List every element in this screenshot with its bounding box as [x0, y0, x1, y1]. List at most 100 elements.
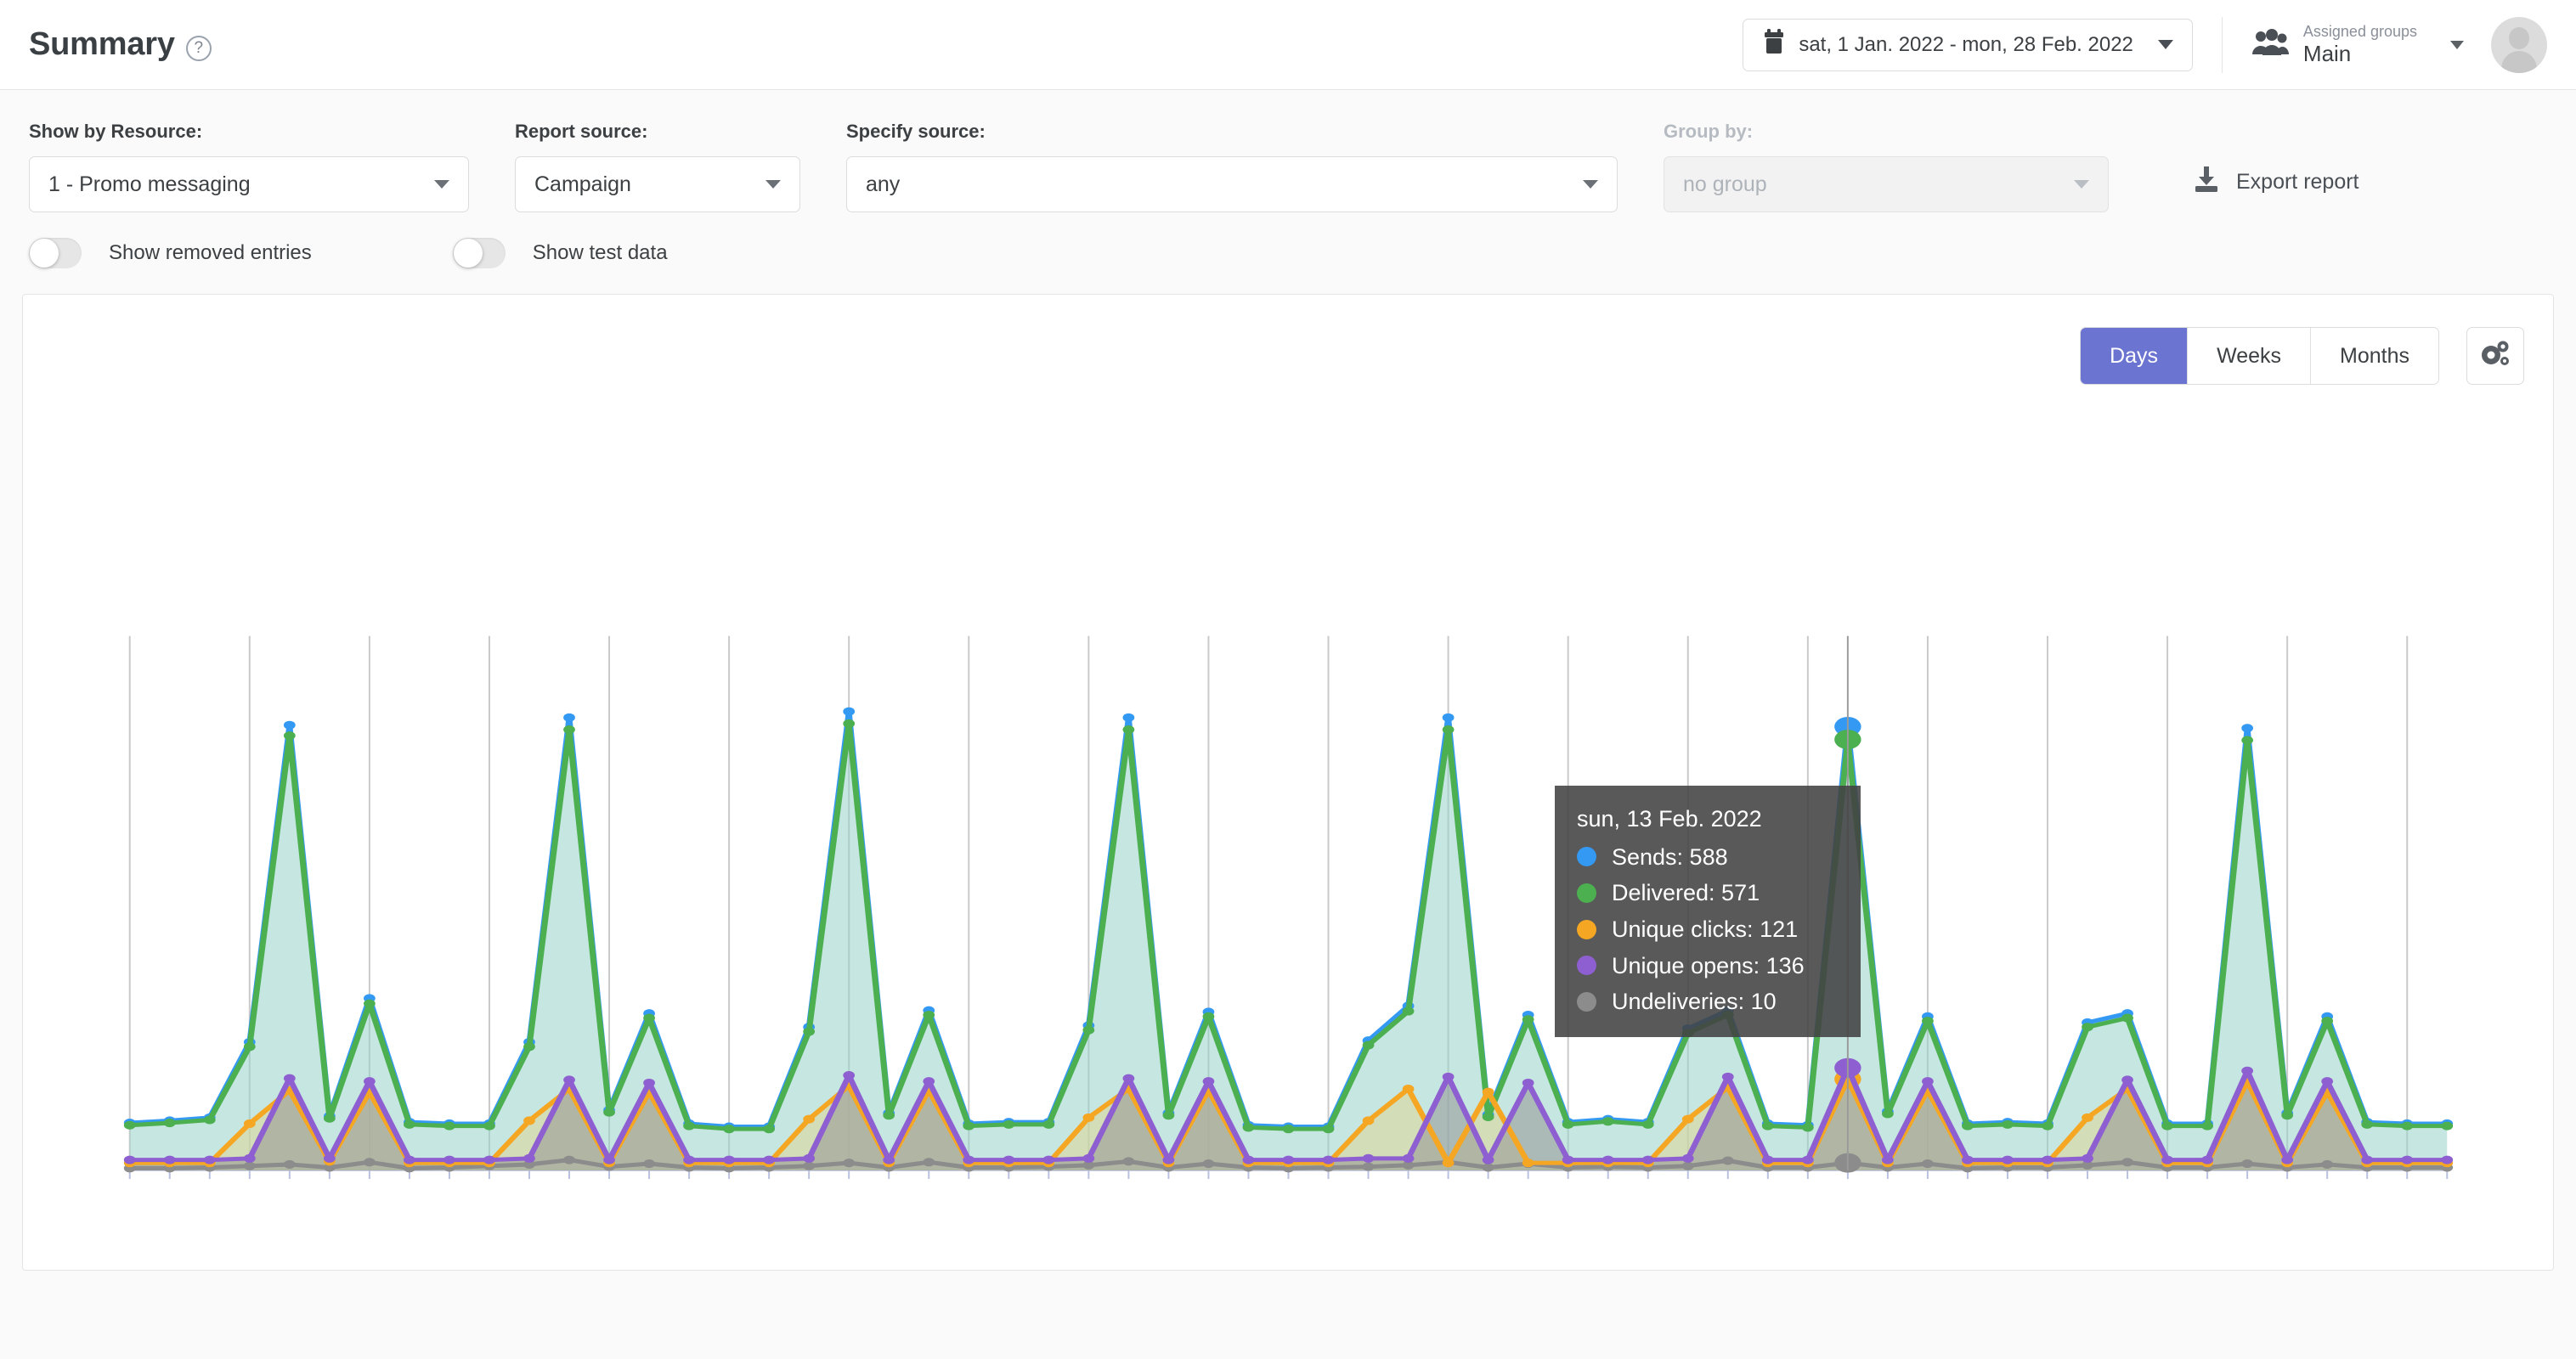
data-point-unique-opens: [563, 1075, 575, 1085]
filter-row: Show by Resource: 1 - Promo messaging Re…: [29, 121, 2547, 212]
data-point-unique-clicks: [1681, 1114, 1694, 1124]
data-point-unique-clicks: [1082, 1113, 1095, 1122]
data-point-delivered: [243, 1042, 256, 1052]
report-source-value: Campaign: [534, 172, 631, 196]
data-point-delivered: [723, 1125, 735, 1134]
specify-source-select[interactable]: any: [846, 156, 1618, 212]
assigned-groups-selector[interactable]: Assigned groups Main: [2251, 23, 2464, 67]
data-point-delivered: [563, 725, 575, 735]
data-point-delivered: [2121, 1013, 2133, 1023]
data-point-unique-opens: [2361, 1155, 2374, 1164]
resource-select[interactable]: 1 - Promo messaging: [29, 156, 469, 212]
toggle-show-removed-entries[interactable]: Show removed entries: [29, 238, 312, 268]
filter-resource: Show by Resource: 1 - Promo messaging: [29, 121, 469, 212]
data-point-unique-opens: [2161, 1155, 2173, 1164]
data-point-unique-clicks: [523, 1116, 535, 1125]
tooltip-row-text: Sends: 588: [1612, 843, 1728, 870]
data-point-delivered: [1082, 1025, 1095, 1035]
data-point-unique-opens: [723, 1155, 735, 1164]
toggle-row: Show removed entries Show test data: [29, 238, 2547, 268]
data-point-unique-opens: [2401, 1155, 2414, 1164]
report-source-select[interactable]: Campaign: [515, 156, 800, 212]
data-point-unique-opens: [843, 1071, 856, 1080]
data-point-delivered: [2401, 1121, 2414, 1131]
filter-specify-source: Specify source: any: [846, 121, 1618, 212]
calendar-icon: [1762, 29, 1786, 60]
tooltip-rows: Sends: 588 Delivered: 571 Unique clicks: 1…: [1577, 839, 1842, 1020]
series-color-dot: [1577, 847, 1596, 867]
data-point-delivered: [963, 1121, 975, 1131]
data-point-delivered: [1641, 1119, 1654, 1129]
data-point-delivered: [1322, 1125, 1335, 1134]
data-point-unique-opens: [1721, 1072, 1734, 1081]
data-point-unique-clicks: [1442, 1159, 1455, 1168]
data-point-unique-opens: [2082, 1153, 2093, 1163]
resource-value: 1 - Promo messaging: [48, 172, 251, 196]
data-point-delivered: [2082, 1023, 2093, 1032]
chevron-down-icon: [2450, 40, 2464, 49]
data-point-unique-opens: [2002, 1155, 2014, 1164]
data-point-unique-opens: [483, 1155, 495, 1164]
question-circle-icon[interactable]: ?: [185, 35, 212, 61]
data-point-delivered: [1442, 725, 1455, 735]
data-point-delivered: [803, 1027, 816, 1036]
data-point-unique-opens: [683, 1155, 695, 1164]
toggle-show-test-data[interactable]: Show test data: [452, 238, 668, 268]
data-point-undeliveries: [364, 1158, 376, 1167]
avatar[interactable]: [2491, 16, 2547, 73]
data-point-delivered: [763, 1125, 776, 1134]
data-point-undeliveries: [243, 1161, 256, 1170]
data-point-unique-clicks: [1482, 1087, 1494, 1097]
data-point-delivered: [1402, 1007, 1415, 1016]
header-divider: [2221, 16, 2223, 73]
data-point-delivered: [1042, 1119, 1055, 1129]
data-point-sends: [843, 707, 856, 716]
toggle-label: Show test data: [532, 241, 668, 264]
data-point-delivered: [323, 1114, 336, 1123]
data-point-delivered: [1922, 1017, 1934, 1026]
filter-bar: Show by Resource: 1 - Promo messaging Re…: [0, 90, 2576, 268]
date-range-picker[interactable]: sat, 1 Jan. 2022 - mon, 28 Feb. 2022: [1743, 18, 2193, 71]
specify-source-value: any: [866, 172, 901, 196]
tooltip-row: Delivered: 571: [1577, 875, 1842, 911]
tooltip-row-text: Unique opens: 136: [1612, 952, 1805, 978]
data-point-undeliveries: [1681, 1161, 1694, 1170]
data-point-unique-opens: [643, 1078, 655, 1087]
toggle-label: Show removed entries: [109, 241, 312, 264]
data-point-unique-opens: [123, 1155, 136, 1164]
data-point-undeliveries: [803, 1161, 816, 1170]
data-point-unique-opens: [1801, 1155, 1814, 1164]
data-point-delivered: [2321, 1017, 2334, 1026]
specify-source-label: Specify source:: [846, 121, 986, 142]
data-point-delivered: [1882, 1109, 1894, 1119]
data-point-undeliveries: [1122, 1157, 1135, 1166]
toggle-switch[interactable]: [452, 238, 506, 268]
data-point-unique-opens: [1402, 1153, 1415, 1163]
header-right-controls: sat, 1 Jan. 2022 - mon, 28 Feb. 2022 Ass…: [1743, 16, 2547, 73]
data-point-undeliveries: [283, 1159, 296, 1169]
chevron-down-icon: [1583, 180, 1598, 189]
data-point-delivered: [1761, 1121, 1774, 1131]
data-point-unique-opens: [203, 1155, 216, 1164]
data-point-unique-opens: [763, 1155, 776, 1164]
people-icon: [2251, 29, 2289, 60]
data-point-unique-opens: [163, 1155, 176, 1164]
data-point-unique-opens: [1562, 1155, 1574, 1164]
chart-card: Days Weeks Months 1 Jan.4 Jan.7 Jan.1: [22, 294, 2554, 1271]
data-point-unique-opens: [2201, 1155, 2213, 1164]
export-report-button[interactable]: Export report: [2194, 166, 2359, 199]
data-point-unique-opens: [323, 1153, 336, 1163]
chart-tooltip: sun, 13 Feb. 2022 Sends: 588 Delivered: 5…: [1555, 786, 1861, 1037]
group-by-label: Group by:: [1664, 121, 1754, 142]
data-point-delivered: [2161, 1121, 2173, 1131]
data-point-unique-opens: [1282, 1155, 1295, 1164]
filter-report-source: Report source: Campaign: [515, 121, 800, 212]
data-point-undeliveries: [2321, 1159, 2334, 1169]
data-point-unique-opens: [2042, 1155, 2053, 1164]
data-point-unique-opens: [443, 1155, 455, 1164]
toggle-switch[interactable]: [29, 238, 82, 268]
summary-area-chart[interactable]: [23, 295, 2553, 1270]
series-color-dot: [1577, 956, 1596, 976]
data-point-sends: [2241, 724, 2254, 733]
data-point-unique-clicks: [2082, 1113, 2093, 1122]
